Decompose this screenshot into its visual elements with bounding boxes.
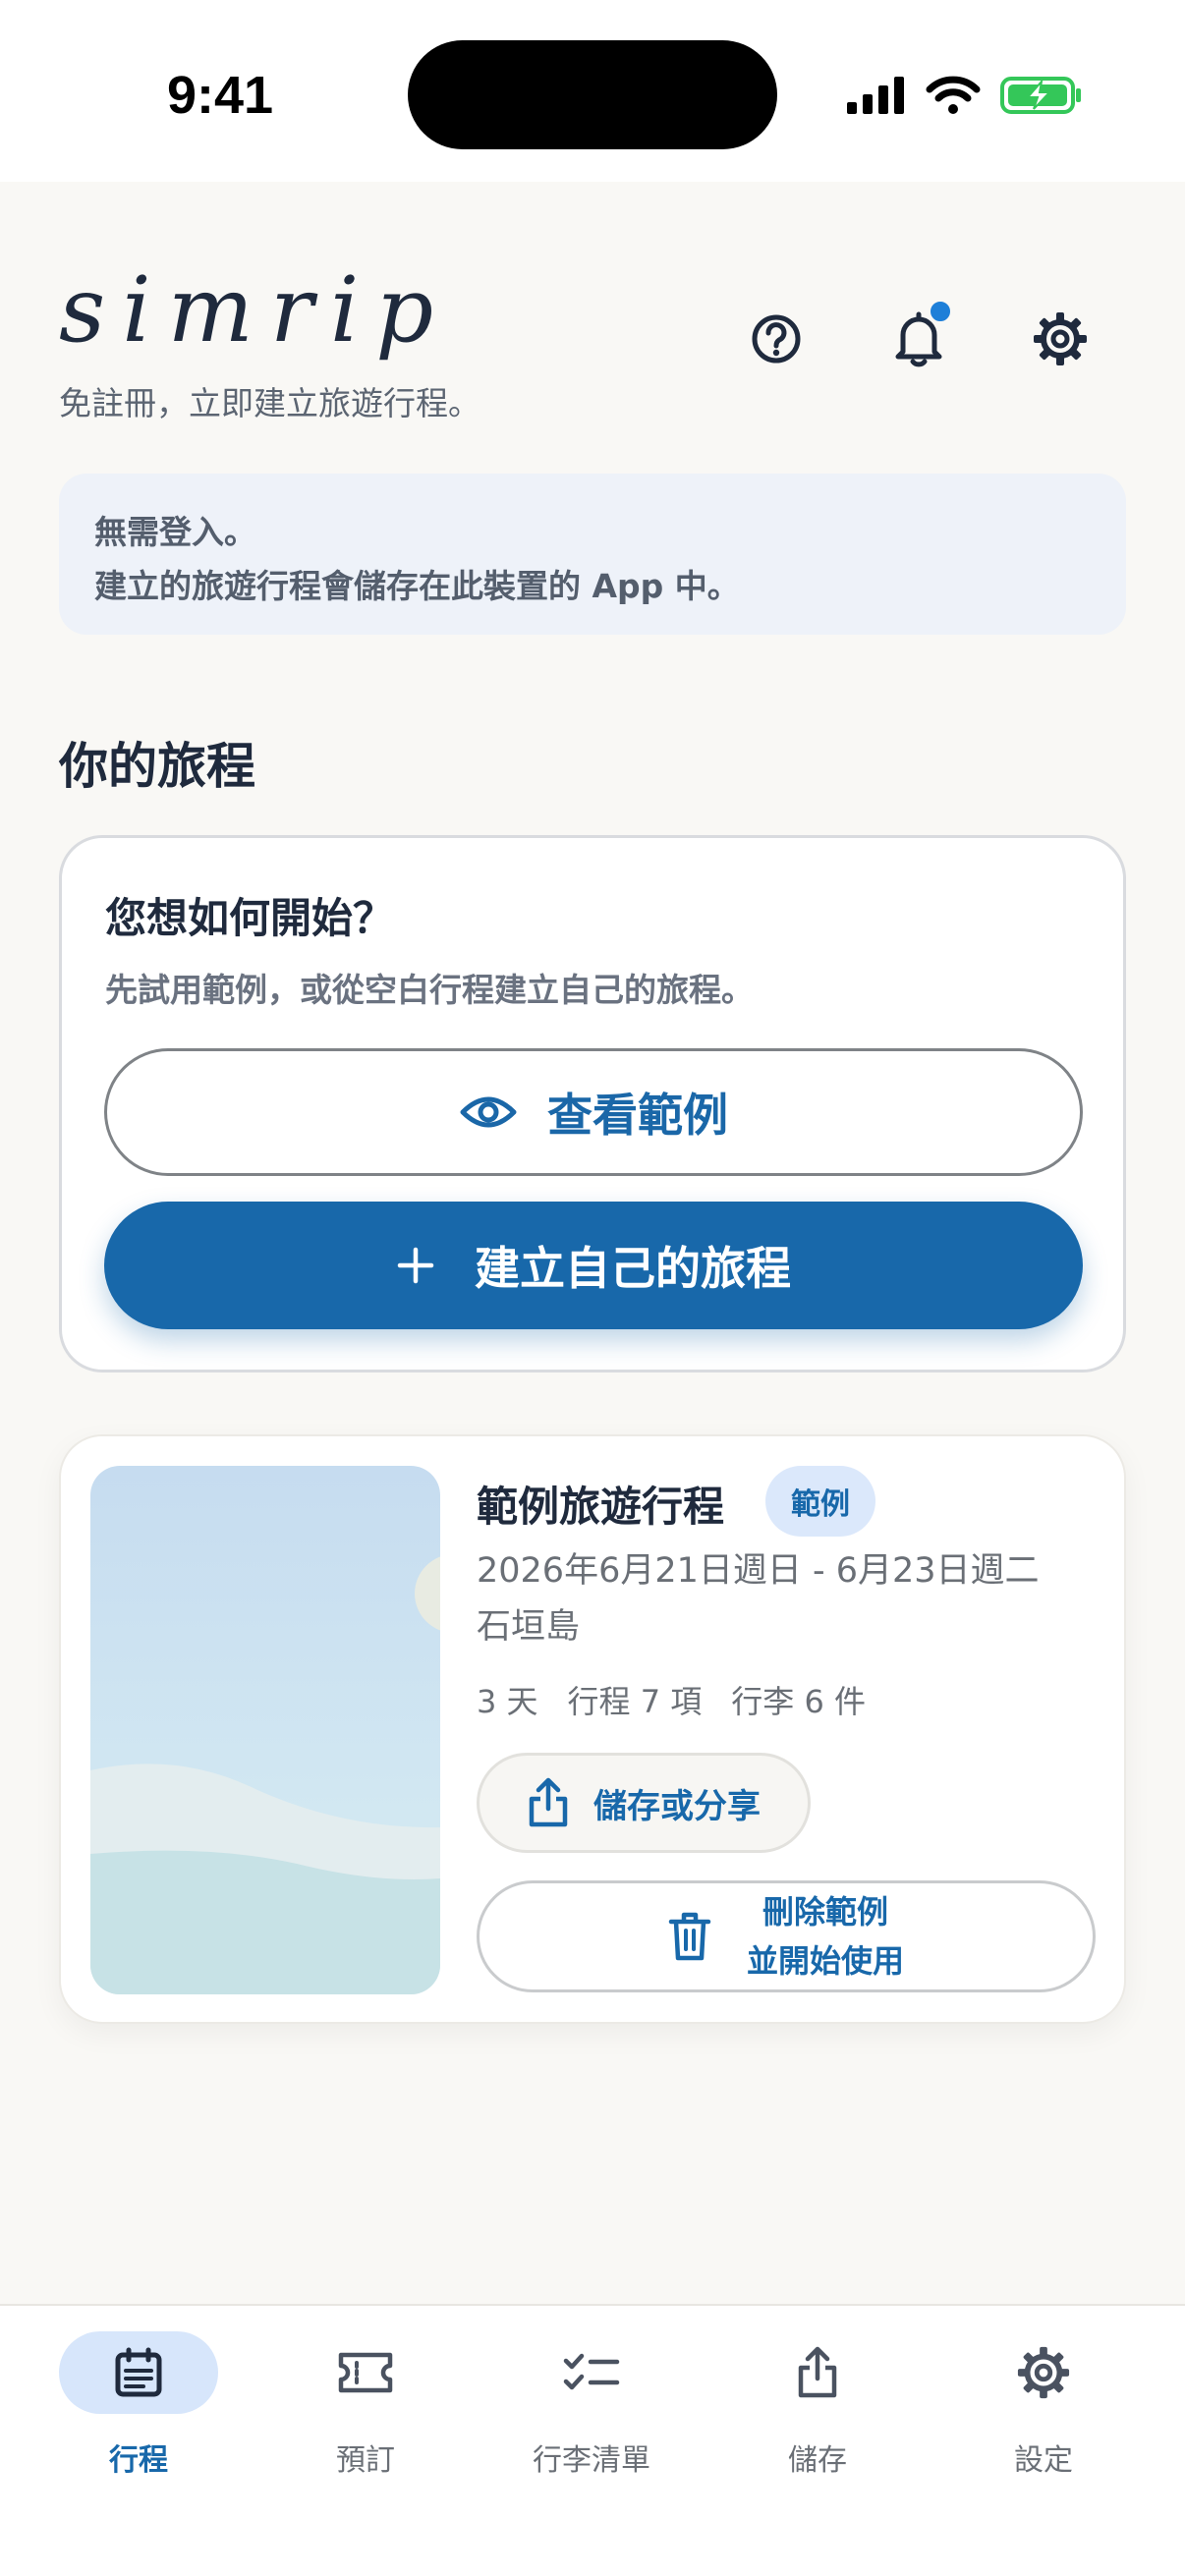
nav-label-settings: 設定 [1014,2443,1073,2478]
trip-card[interactable]: 範例旅遊行程 範例 2026年6月21日週日 - 6月23日週二 石垣島 3 天… [59,1434,1126,2024]
notice-line-2: 建立的旅遊行程會儲存在此裝置的 App 中。 [94,567,740,605]
trip-plan-count: 行程 7 項 [567,1683,703,1720]
nav-icon-wrap-packing-list [512,2331,671,2414]
nav-icon-wrap-save [738,2331,897,2414]
ticket-icon [338,2352,393,2393]
save-or-share-label: 儲存或分享 [593,1786,761,1826]
share-icon [798,2346,837,2398]
battery-charging-icon [1000,77,1081,114]
sea-landscape-illustration [90,1466,440,1994]
section-title: 你的旅程 [59,738,255,795]
status-time: 9:41 [167,66,274,125]
trip-thumbnail [90,1466,440,1994]
status-bar: 9:41 [0,0,1185,182]
help-icon [752,314,801,364]
trip-days: 3 天 [477,1683,538,1720]
trash-icon [668,1912,711,1961]
tagline: 免註冊，立即建立旅遊行程。 [59,384,480,422]
example-badge: 範例 [765,1466,875,1537]
get-started-title: 您想如何開始？ [105,894,395,942]
calendar-icon [115,2347,162,2397]
gear-icon [1017,2346,1070,2399]
notification-badge-dot [928,299,953,324]
nav-icon-wrap-bookings [286,2331,445,2414]
nav-label-save: 儲存 [788,2443,847,2478]
notice-line-1: 無需登入。 [94,513,256,551]
bottom-nav: 行程 預訂 行李清單 儲存 設定 [0,2304,1185,2576]
save-or-share-button[interactable]: 儲存或分享 [477,1753,811,1853]
create-trip-label: 建立自己的旅程 [475,1242,791,1295]
gear-icon [1034,312,1087,365]
nav-item-packing-list[interactable]: 行李清單 [493,2331,690,2479]
share-icon [529,1777,568,1827]
nav-item-itinerary[interactable]: 行程 [40,2331,237,2479]
eye-icon [460,1096,517,1128]
no-login-notice: 無需登入。 建立的旅遊行程會儲存在此裝置的 App 中。 [59,474,1126,635]
nav-item-settings[interactable]: 設定 [945,2331,1142,2479]
status-icons [847,71,1083,120]
nav-icon-highlight [59,2331,218,2414]
app-logo: simrip [59,257,451,363]
trip-title: 範例旅遊行程 [477,1483,725,1531]
view-example-label: 查看範例 [547,1089,728,1142]
plus-icon [397,1247,434,1284]
cellular-signal-icon [847,77,904,114]
help-button[interactable] [742,305,811,373]
delete-example-line-1: 刪除範例 [762,1893,888,1931]
nav-label-itinerary: 行程 [109,2443,168,2478]
wifi-icon [926,76,981,114]
trip-destination: 石垣島 [477,1607,581,1647]
trip-luggage-count: 行李 6 件 [731,1683,866,1720]
nav-label-packing-list: 行李清單 [533,2443,650,2478]
settings-button[interactable] [1026,305,1095,373]
checklist-icon [563,2353,620,2390]
delete-example-button[interactable]: 刪除範例 並開始使用 [477,1880,1096,1992]
get-started-card: 您想如何開始？ 先試用範例，或從空白行程建立自己的旅程。 查看範例 建立自己的旅… [59,835,1126,1372]
delete-example-line-2: 並開始使用 [746,1942,904,1980]
view-example-button[interactable]: 查看範例 [104,1048,1083,1176]
nav-item-bookings[interactable]: 預訂 [267,2331,464,2479]
get-started-subtitle: 先試用範例，或從空白行程建立自己的旅程。 [105,971,754,1009]
trip-stats: 3 天 行程 7 項 行李 6 件 [477,1677,866,1722]
create-trip-button[interactable]: 建立自己的旅程 [104,1202,1083,1329]
delete-example-label: 刪除範例 並開始使用 [747,1887,904,1986]
nav-item-save[interactable]: 儲存 [719,2331,916,2479]
notifications-button[interactable] [884,299,953,373]
nav-label-bookings: 預訂 [336,2443,395,2478]
dynamic-island [408,40,777,149]
trip-dates: 2026年6月21日週日 - 6月23日週二 [477,1551,1040,1591]
nav-icon-wrap-settings [964,2331,1123,2414]
